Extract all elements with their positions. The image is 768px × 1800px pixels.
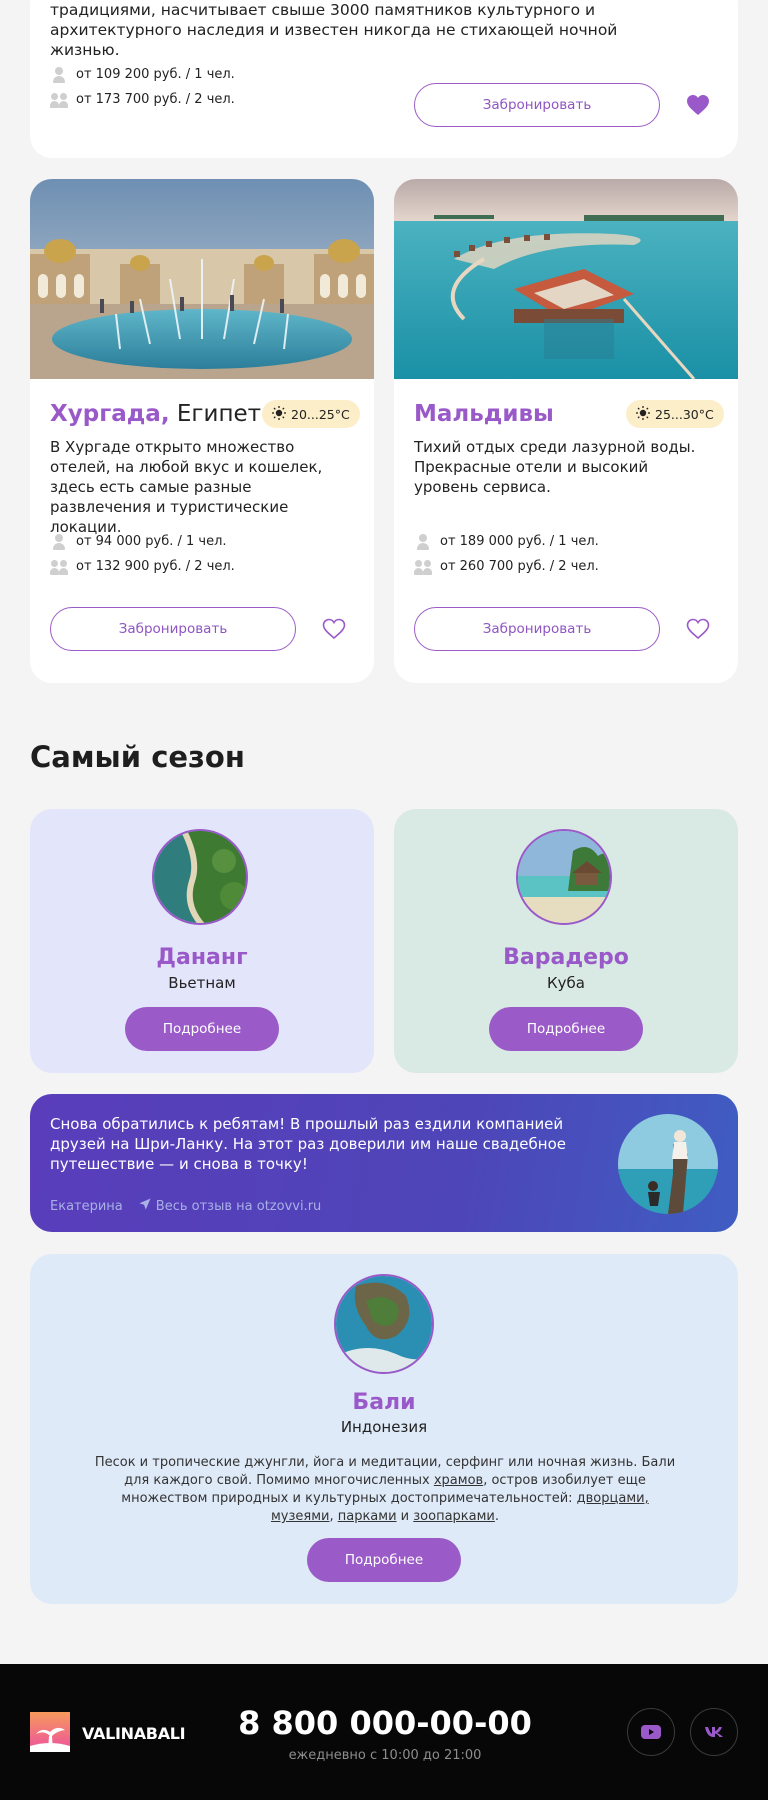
price-one-row: от 109 200 руб. / 1 чел. (50, 62, 235, 87)
heart-filled-icon[interactable] (685, 93, 711, 117)
link-parks[interactable]: парками (338, 1509, 397, 1524)
heart-outline-icon[interactable] (685, 617, 711, 641)
season-card-danang: Дананг Вьетнам Подробнее (30, 809, 374, 1073)
price-two: от 260 700 руб. / 2 чел. (440, 559, 599, 574)
book-button[interactable]: Забронировать (414, 607, 660, 651)
destination-title: Хургада, Египет (50, 401, 261, 427)
person-icon (50, 66, 68, 83)
review-link[interactable]: Весь отзыв на otzovvi.ru (139, 1198, 322, 1214)
season-city: Варадеро (503, 945, 629, 970)
review-meta: Екатерина Весь отзыв на otzovvi.ru (50, 1198, 321, 1214)
book-button[interactable]: Забронировать (50, 607, 296, 651)
more-button[interactable]: Подробнее (489, 1007, 643, 1051)
maldives-photo (394, 179, 738, 379)
price-list: от 94 000 руб. / 1 чел. от 132 900 руб. … (50, 529, 235, 579)
price-one-row: от 94 000 руб. / 1 чел. (50, 529, 235, 554)
hurghada-photo (30, 179, 374, 379)
danang-photo (152, 829, 248, 925)
season-country: Вьетнам (168, 974, 236, 992)
price-two-row: от 173 700 руб. / 2 чел. (50, 87, 235, 112)
link-zoos[interactable]: зоопарками (413, 1509, 495, 1524)
destination-card-maldives: Мальдивы 25...30°C Тихий отдых среди лаз… (394, 179, 738, 683)
review-author: Екатерина (50, 1198, 123, 1214)
two-persons-icon (414, 559, 432, 575)
section-title: Самый сезон (30, 740, 245, 774)
two-persons-icon (50, 92, 68, 108)
more-button[interactable]: Подробнее (125, 1007, 279, 1051)
brand-name[interactable]: VALINABALI (82, 1724, 186, 1743)
price-two-row: от 132 900 руб. / 2 чел. (50, 554, 235, 579)
link-temples[interactable]: храмов (434, 1473, 483, 1488)
tour-description: традициями, насчитывает свыше 3000 памят… (50, 1, 618, 59)
price-two: от 173 700 руб. / 2 чел. (76, 92, 235, 107)
bali-country: Индонезия (340, 1418, 428, 1436)
review-quote: Снова обратились к ребятам! В прошлый ра… (50, 1115, 566, 1173)
logo-icon[interactable] (30, 1712, 70, 1752)
two-persons-icon (50, 559, 68, 575)
season-city: Дананг (156, 945, 248, 970)
phone-number[interactable]: 8 800 000-00-00 (210, 1704, 560, 1742)
price-one: от 94 000 руб. / 1 чел. (76, 534, 227, 549)
season-card-varadero: Варадеро Куба Подробнее (394, 809, 738, 1073)
review-card: Снова обратились к ребятам! В прошлый ра… (30, 1094, 738, 1232)
price-list: от 109 200 руб. / 1 чел. от 173 700 руб.… (50, 62, 235, 112)
send-icon (139, 1198, 151, 1214)
bali-card: Бали Индонезия Песок и тропические джунг… (30, 1254, 738, 1604)
bali-text: . (494, 1509, 500, 1524)
price-two: от 132 900 руб. / 2 чел. (76, 559, 235, 574)
bali-text: и (396, 1509, 414, 1524)
book-button[interactable]: Забронировать (414, 83, 660, 127)
season-country: Куба (547, 974, 585, 992)
sun-icon (272, 405, 286, 423)
vk-icon[interactable] (690, 1708, 738, 1756)
weather-range: 25...30°C (655, 406, 714, 422)
price-list: от 189 000 руб. / 1 чел. от 260 700 руб.… (414, 529, 599, 579)
weather-badge: 20...25°C (262, 400, 360, 428)
person-icon (414, 533, 432, 550)
bali-text: , (329, 1509, 338, 1524)
weather-badge: 25...30°C (626, 400, 724, 428)
person-icon (50, 533, 68, 550)
destination-text: В Хургаде открыто множество отелей, на л… (50, 438, 323, 536)
review-link-label: Весь отзыв на otzovvi.ru (155, 1198, 322, 1214)
review-photo (618, 1114, 718, 1214)
youtube-icon[interactable] (627, 1708, 675, 1756)
bali-city: Бали (352, 1390, 416, 1415)
price-one-row: от 189 000 руб. / 1 чел. (414, 529, 599, 554)
destination-card-hurghada: Хургада, Египет 20...25°C В Хургаде откр… (30, 179, 374, 683)
tour-card-top: традициями, насчитывает свыше 3000 памят… (30, 0, 738, 158)
price-one: от 189 000 руб. / 1 чел. (440, 534, 599, 549)
footer: VALINABALI 8 800 000-00-00 ежедневно с 1… (0, 1664, 768, 1800)
bali-description: Песок и тропические джунгли, йога и меди… (90, 1454, 680, 1526)
heart-outline-icon[interactable] (321, 617, 347, 641)
destination-city: Мальдивы (414, 401, 554, 427)
destination-title: Мальдивы (414, 401, 554, 427)
destination-text: Тихий отдых среди лазурной воды. Прекрас… (414, 438, 696, 496)
working-hours: ежедневно с 10:00 до 21:00 (288, 1748, 482, 1763)
destination-country: Египет (169, 401, 262, 427)
destination-city: Хургада, (50, 401, 170, 427)
bali-photo (334, 1274, 434, 1374)
varadero-photo (516, 829, 612, 925)
price-one: от 109 200 руб. / 1 чел. (76, 67, 235, 82)
sun-icon (636, 405, 650, 423)
weather-range: 20...25°C (291, 406, 350, 422)
more-button[interactable]: Подробнее (307, 1538, 461, 1582)
price-two-row: от 260 700 руб. / 2 чел. (414, 554, 599, 579)
